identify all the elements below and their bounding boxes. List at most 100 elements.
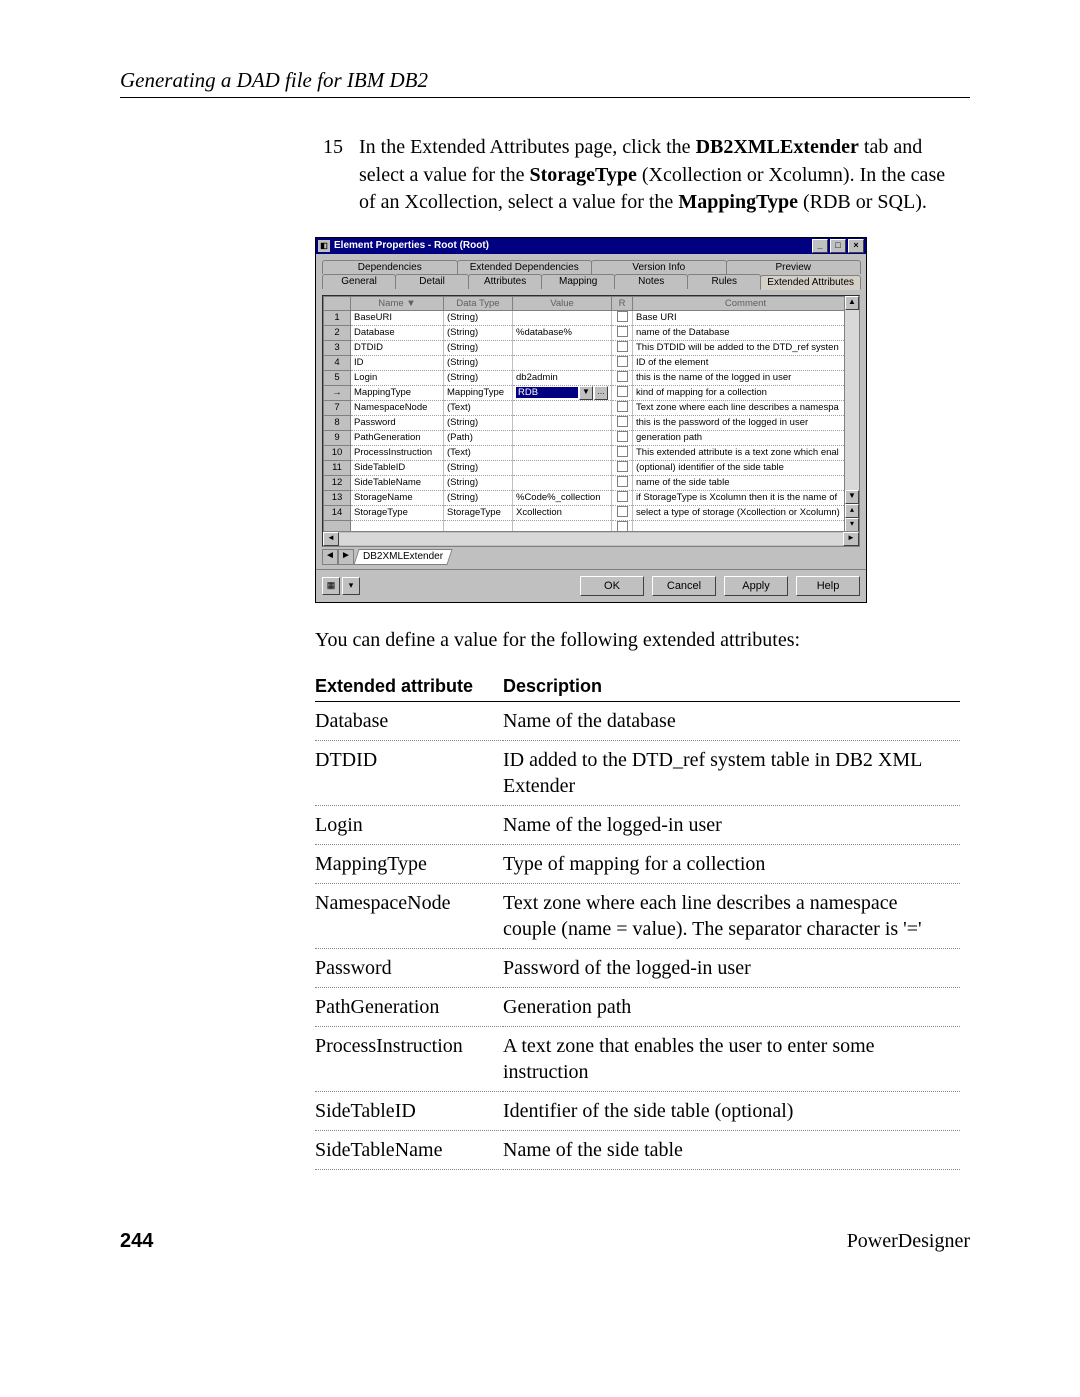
- checkbox[interactable]: [617, 341, 628, 352]
- comment-cell[interactable]: name of the side table: [633, 475, 859, 490]
- horizontal-scrollbar[interactable]: ◄ ►: [323, 531, 859, 546]
- r-cell[interactable]: [612, 490, 633, 505]
- r-cell[interactable]: [612, 475, 633, 490]
- datatype-cell[interactable]: (String): [444, 310, 513, 325]
- value-cell[interactable]: RDB▼…: [513, 385, 612, 400]
- table-row[interactable]: 10ProcessInstruction(Text)This extended …: [324, 445, 859, 460]
- r-cell[interactable]: [612, 310, 633, 325]
- tab-extended-attributes[interactable]: Extended Attributes: [760, 275, 861, 290]
- datatype-cell[interactable]: (String): [444, 490, 513, 505]
- r-cell[interactable]: [612, 505, 633, 520]
- comment-cell[interactable]: generation path: [633, 430, 859, 445]
- col-datatype[interactable]: Data Type: [444, 296, 513, 310]
- tab-mapping[interactable]: Mapping: [541, 274, 615, 289]
- sort-arrow-icon[interactable]: ▼: [406, 298, 415, 309]
- value-cell[interactable]: db2admin: [513, 370, 612, 385]
- checkbox[interactable]: [617, 491, 628, 502]
- datatype-cell[interactable]: (String): [444, 355, 513, 370]
- comment-cell[interactable]: if StorageType is Xcolumn then it is the…: [633, 490, 859, 505]
- r-cell[interactable]: [612, 370, 633, 385]
- checkbox[interactable]: [617, 446, 628, 457]
- ellipsis-button[interactable]: …: [594, 386, 608, 400]
- maximize-button[interactable]: □: [830, 239, 846, 253]
- checkbox[interactable]: [617, 311, 628, 322]
- table-row[interactable]: 14StorageTypeStorageTypeXcollectionselec…: [324, 505, 859, 520]
- row-number-cell[interactable]: 4: [324, 355, 351, 370]
- table-row[interactable]: 12SideTableName(String)name of the side …: [324, 475, 859, 490]
- help-button[interactable]: Help: [796, 576, 860, 596]
- datatype-cell[interactable]: MappingType: [444, 385, 513, 400]
- value-cell[interactable]: [513, 475, 612, 490]
- checkbox[interactable]: [617, 461, 628, 472]
- scroll-left-icon[interactable]: ◄: [323, 532, 339, 546]
- value-cell[interactable]: [513, 430, 612, 445]
- table-row[interactable]: 1BaseURI(String)Base URI: [324, 310, 859, 325]
- row-number-cell[interactable]: 11: [324, 460, 351, 475]
- name-cell[interactable]: ID: [351, 355, 444, 370]
- value-cell[interactable]: [513, 355, 612, 370]
- datatype-cell[interactable]: (Text): [444, 400, 513, 415]
- cancel-button[interactable]: Cancel: [652, 576, 716, 596]
- row-number-cell[interactable]: 7: [324, 400, 351, 415]
- sheet-nav-prev[interactable]: ◄: [322, 549, 338, 565]
- row-number-cell[interactable]: 1: [324, 310, 351, 325]
- ok-button[interactable]: OK: [580, 576, 644, 596]
- comment-cell[interactable]: this is the password of the logged in us…: [633, 415, 859, 430]
- comment-cell[interactable]: kind of mapping for a collection: [633, 385, 859, 400]
- row-number-cell[interactable]: 9: [324, 430, 351, 445]
- scroll-top-icon[interactable]: ▴: [845, 504, 859, 518]
- datatype-cell[interactable]: (String): [444, 340, 513, 355]
- r-cell[interactable]: [612, 340, 633, 355]
- table-row[interactable]: 8Password(String)this is the password of…: [324, 415, 859, 430]
- sheet-tab-db2xmlextender[interactable]: DB2XMLExtender: [353, 549, 452, 565]
- name-cell[interactable]: Login: [351, 370, 444, 385]
- checkbox[interactable]: [617, 431, 628, 442]
- name-cell[interactable]: StorageType: [351, 505, 444, 520]
- apply-button[interactable]: Apply: [724, 576, 788, 596]
- tab-dependencies[interactable]: Dependencies: [322, 260, 458, 274]
- name-cell[interactable]: BaseURI: [351, 310, 444, 325]
- tab-general[interactable]: General: [322, 274, 396, 289]
- name-cell[interactable]: ProcessInstruction: [351, 445, 444, 460]
- datatype-cell[interactable]: StorageType: [444, 505, 513, 520]
- name-cell[interactable]: SideTableName: [351, 475, 444, 490]
- row-number-cell[interactable]: 2: [324, 325, 351, 340]
- checkbox[interactable]: [617, 371, 628, 382]
- col-r[interactable]: R: [612, 296, 633, 310]
- more-icon[interactable]: ▦: [322, 577, 340, 595]
- checkbox[interactable]: [617, 416, 628, 427]
- row-number-cell[interactable]: 14: [324, 505, 351, 520]
- scroll-up-icon[interactable]: ▲: [845, 296, 859, 310]
- datatype-cell[interactable]: (Text): [444, 445, 513, 460]
- comment-cell[interactable]: name of the Database: [633, 325, 859, 340]
- name-cell[interactable]: Password: [351, 415, 444, 430]
- checkbox[interactable]: [617, 401, 628, 412]
- table-row[interactable]: 3DTDID(String)This DTDID will be added t…: [324, 340, 859, 355]
- checkbox[interactable]: [617, 326, 628, 337]
- system-menu-icon[interactable]: ◧: [318, 240, 330, 252]
- value-cell[interactable]: [513, 415, 612, 430]
- value-cell[interactable]: [513, 445, 612, 460]
- name-cell[interactable]: DTDID: [351, 340, 444, 355]
- datatype-cell[interactable]: (String): [444, 325, 513, 340]
- tab-attributes[interactable]: Attributes: [468, 274, 542, 289]
- name-cell[interactable]: SideTableID: [351, 460, 444, 475]
- datatype-cell[interactable]: (String): [444, 415, 513, 430]
- col-comment[interactable]: Comment: [633, 296, 859, 310]
- dropdown-arrow-icon[interactable]: ▼: [579, 386, 593, 400]
- titlebar[interactable]: ◧ Element Properties - Root (Root) _ □ ×: [316, 238, 866, 254]
- r-cell[interactable]: [612, 430, 633, 445]
- r-cell[interactable]: [612, 445, 633, 460]
- name-cell[interactable]: Database: [351, 325, 444, 340]
- r-cell[interactable]: [612, 415, 633, 430]
- name-cell[interactable]: MappingType: [351, 385, 444, 400]
- comment-cell[interactable]: ID of the element: [633, 355, 859, 370]
- tab-version-info[interactable]: Version Info: [591, 260, 727, 274]
- comment-cell[interactable]: This extended attribute is a text zone w…: [633, 445, 859, 460]
- comment-cell[interactable]: select a type of storage (Xcollection or…: [633, 505, 859, 520]
- comment-cell[interactable]: This DTDID will be added to the DTD_ref …: [633, 340, 859, 355]
- datatype-cell[interactable]: (String): [444, 370, 513, 385]
- table-row[interactable]: 13StorageName(String)%Code%_collectionif…: [324, 490, 859, 505]
- menu-arrow-icon[interactable]: ▾: [342, 577, 360, 595]
- tab-detail[interactable]: Detail: [395, 274, 469, 289]
